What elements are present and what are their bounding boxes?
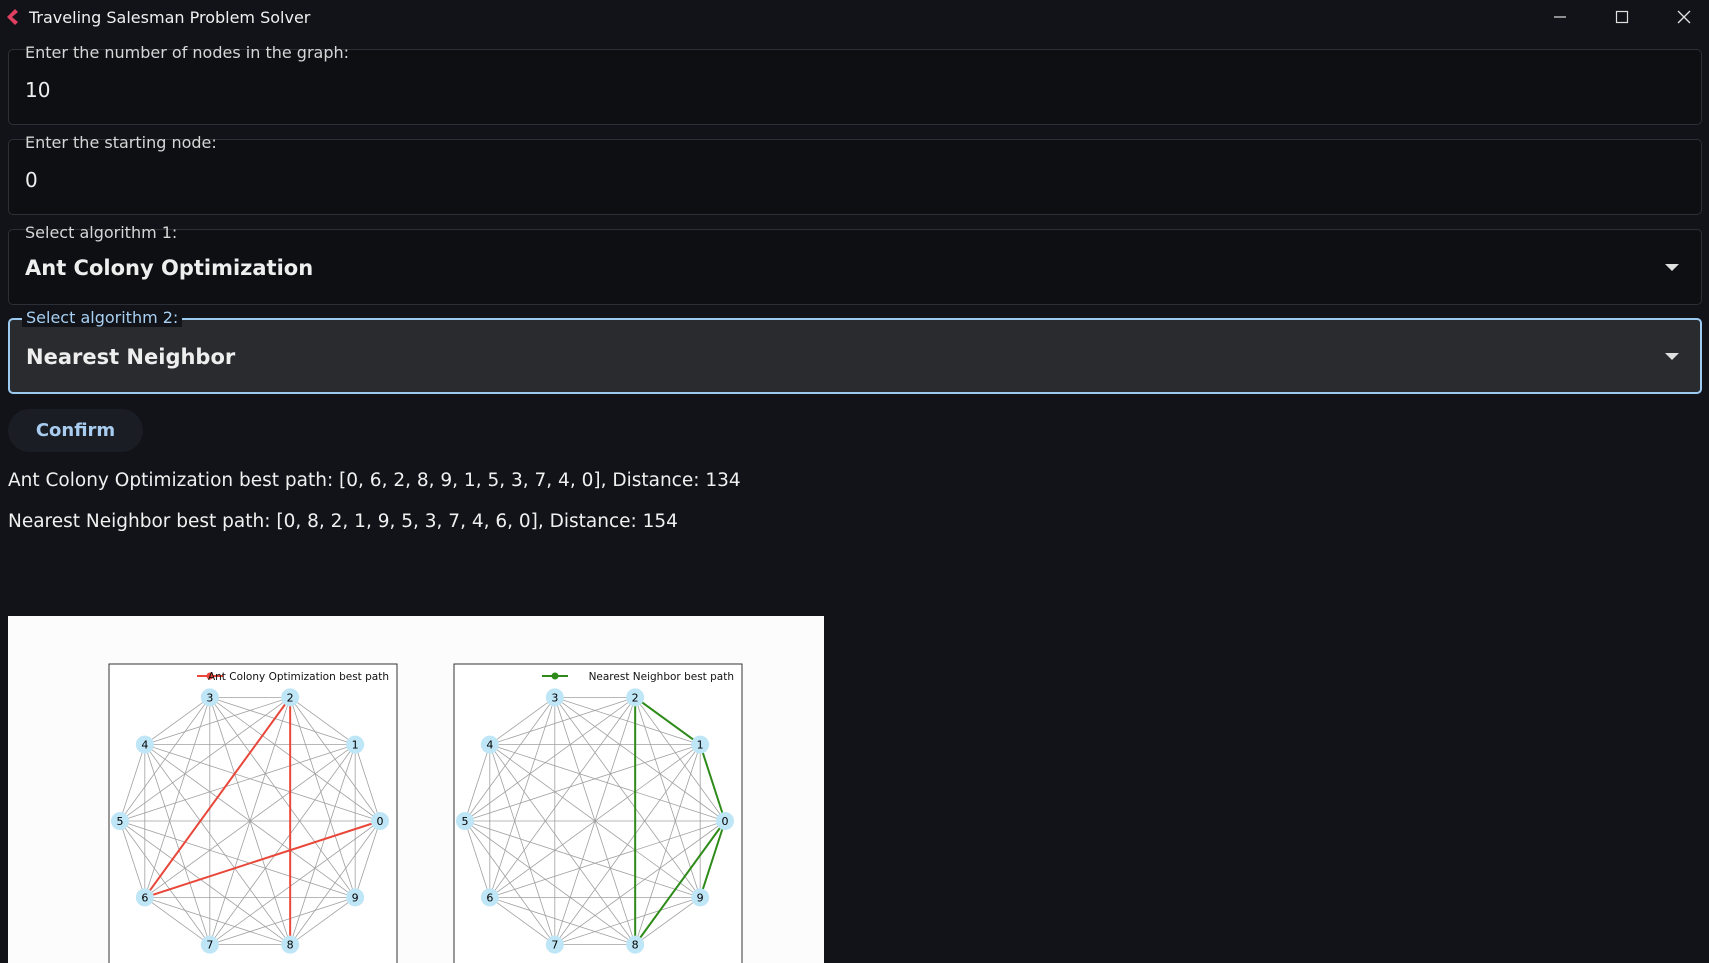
legend-label: Ant Colony Optimization best path bbox=[208, 671, 389, 683]
nn-result-text: Nearest Neighbor best path: [0, 8, 2, 1,… bbox=[8, 511, 678, 532]
legend: Ant Colony Optimization best path bbox=[197, 671, 389, 683]
plot-frame bbox=[453, 663, 743, 963]
starting-node-field[interactable]: Enter the starting node: 0 bbox=[8, 133, 1702, 215]
close-icon bbox=[1677, 10, 1691, 24]
node-label: 6 bbox=[486, 891, 493, 904]
node-label: 3 bbox=[551, 691, 558, 704]
node-label: 1 bbox=[352, 739, 359, 752]
title-bar: Traveling Salesman Problem Solver bbox=[0, 0, 1709, 34]
node-label: 2 bbox=[632, 691, 639, 704]
algorithm-2-value: Nearest Neighbor bbox=[26, 345, 236, 369]
node-label: 1 bbox=[697, 739, 704, 752]
chevron-down-icon[interactable] bbox=[1665, 264, 1679, 271]
node-label: 4 bbox=[141, 739, 148, 752]
graph-panel-1: 0 1 2 3 4 5 6 7 8 9 Ant Colony Optimization best p… bbox=[108, 663, 398, 963]
result-figure: 0 1 2 3 4 5 6 7 8 9 Ant Colony Optimization best p… bbox=[8, 616, 824, 963]
node-label: 3 bbox=[206, 691, 213, 704]
nodes-count-value[interactable]: 10 bbox=[25, 78, 50, 102]
close-button[interactable] bbox=[1653, 0, 1709, 34]
node-label: 4 bbox=[486, 739, 493, 752]
node-label: 7 bbox=[551, 939, 558, 952]
node-label: 8 bbox=[287, 939, 294, 952]
node-label: 8 bbox=[632, 939, 639, 952]
algorithm-1-value: Ant Colony Optimization bbox=[25, 256, 314, 280]
maximize-icon bbox=[1615, 10, 1629, 24]
node-label: 9 bbox=[352, 891, 359, 904]
node-label: 7 bbox=[206, 939, 213, 952]
aco-result-text: Ant Colony Optimization best path: [0, 6… bbox=[8, 470, 741, 491]
node-label: 2 bbox=[287, 691, 294, 704]
node-label: 0 bbox=[722, 815, 729, 828]
minimize-icon bbox=[1554, 16, 1566, 18]
algorithm-2-label: Select algorithm 2: bbox=[22, 308, 183, 327]
node-label: 0 bbox=[377, 815, 384, 828]
legend-marker bbox=[551, 672, 559, 680]
maximize-button[interactable] bbox=[1591, 0, 1653, 34]
algorithm-1-label: Select algorithm 1: bbox=[25, 223, 178, 242]
window-title: Traveling Salesman Problem Solver bbox=[29, 8, 311, 27]
minimize-button[interactable] bbox=[1529, 0, 1591, 34]
node-label: 6 bbox=[141, 891, 148, 904]
plot-frame bbox=[108, 663, 398, 963]
graph-panel-2: 0 1 2 3 4 5 6 7 8 9 Nearest Neighbor best path bbox=[453, 663, 743, 963]
app-icon bbox=[7, 9, 18, 25]
node-label: 5 bbox=[462, 815, 469, 828]
nodes-count-field[interactable]: Enter the number of nodes in the graph: … bbox=[8, 43, 1702, 125]
starting-node-value[interactable]: 0 bbox=[25, 168, 38, 192]
starting-node-label: Enter the starting node: bbox=[25, 133, 217, 152]
chevron-down-icon[interactable] bbox=[1665, 353, 1679, 360]
algorithm-1-select[interactable]: Select algorithm 1: Ant Colony Optimizat… bbox=[8, 223, 1702, 305]
algorithm-2-select[interactable]: Select algorithm 2: Nearest Neighbor bbox=[8, 308, 1702, 394]
confirm-button[interactable]: Confirm bbox=[8, 409, 143, 452]
node-label: 5 bbox=[117, 815, 124, 828]
nodes-count-label: Enter the number of nodes in the graph: bbox=[25, 43, 350, 62]
node-label: 9 bbox=[697, 891, 704, 904]
legend-label: Nearest Neighbor best path bbox=[589, 671, 734, 683]
graph-plot: 0 1 2 3 4 5 6 7 8 9 Ant Colony Optimization best p… bbox=[108, 663, 743, 963]
